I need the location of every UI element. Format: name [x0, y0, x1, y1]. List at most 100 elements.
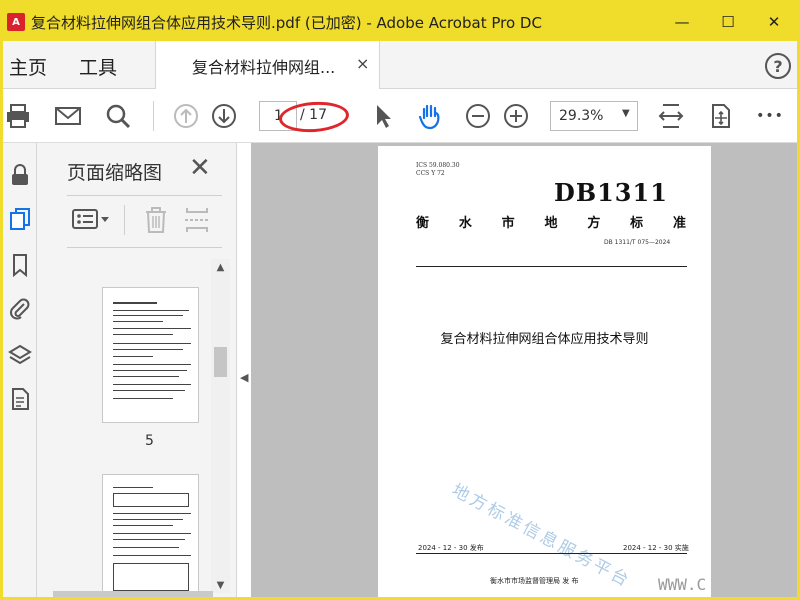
issuing-office: 衡水市市场监督管理局 发 布: [490, 577, 579, 585]
thumbnail-text-line: [113, 513, 191, 514]
thumbnail-text-line: [113, 328, 191, 329]
layers-button[interactable]: [6, 341, 34, 369]
ics-code: ICS 59.080.30: [416, 162, 460, 169]
previous-page-button[interactable]: [171, 101, 201, 131]
minimize-button[interactable]: —: [659, 3, 705, 41]
maximize-button[interactable]: ☐: [705, 3, 751, 41]
db-number: DB1311: [554, 178, 668, 207]
options-menu-icon: [72, 209, 109, 229]
thumbnail-text-line: [113, 349, 183, 350]
pages-icon: [10, 208, 30, 230]
zoom-level-value: 29.3%: [559, 108, 604, 124]
document-icon: [12, 388, 29, 410]
scroll-down-arrow[interactable]: ▼: [211, 577, 230, 593]
implement-date: 2024 - 12 - 30 实施: [623, 544, 689, 552]
thumbnail-text-line: [113, 525, 173, 526]
thumbnail-text-line: [113, 390, 185, 391]
email-button[interactable]: [53, 101, 83, 131]
tab-home[interactable]: 主页: [9, 53, 47, 80]
bookmarks-button[interactable]: [6, 251, 34, 279]
zoom-in-button[interactable]: [501, 101, 531, 131]
delete-pages-button[interactable]: [141, 203, 171, 237]
authority-char: 方: [587, 216, 601, 231]
paperclip-icon: [10, 298, 30, 320]
document-tab[interactable]: 复合材料拉伸网组... ×: [155, 41, 380, 89]
panel-close-button[interactable]: ✕: [189, 153, 211, 183]
acrobat-window: A 复合材料拉伸网组合体应用技术导则.pdf (已加密) - Adobe Acr…: [3, 3, 797, 597]
close-window-button[interactable]: ✕: [751, 3, 797, 41]
panel-divider: [67, 247, 222, 248]
thumbnail-text-line: [113, 487, 153, 488]
select-tool-button[interactable]: [367, 101, 397, 131]
publish-date: 2024 - 12 - 30 发布: [418, 544, 484, 552]
footer-rule: [416, 553, 687, 554]
page-thumbnails-panel: 页面缩略图 ✕ 5 ▲ ▼: [37, 143, 237, 597]
lock-icon: [12, 164, 28, 185]
thumbnail-text-line: [113, 364, 191, 365]
collapse-panel-arrow[interactable]: ◀: [240, 371, 248, 384]
envelope-icon: [55, 107, 81, 125]
authority-char: 衡: [416, 216, 430, 231]
pdf-page: ICS 59.080.30 CCS Y 72 DB1311 衡 水 市 地 方 …: [378, 146, 711, 597]
thumbnail-text-line: [113, 321, 163, 322]
trash-icon: [146, 207, 166, 233]
thumbnail-text-line: [113, 302, 157, 304]
thumbnail-page-number: 5: [145, 433, 154, 449]
site-watermark: WWW.C: [658, 575, 707, 594]
thumbnail-text-line: [113, 519, 183, 520]
fit-width-icon: [658, 104, 684, 128]
print-icon: [7, 104, 29, 128]
scroll-up-arrow[interactable]: ▲: [211, 259, 230, 275]
zoom-level-dropdown[interactable]: 29.3% ▼: [550, 101, 638, 131]
page-thumbnail-5[interactable]: [102, 287, 199, 423]
more-options-button[interactable]: •••: [755, 101, 785, 131]
window-title: 复合材料拉伸网组合体应用技术导则.pdf (已加密) - Adobe Acrob…: [31, 13, 542, 32]
panel-divider: [67, 195, 222, 196]
thumbnail-options-button[interactable]: [71, 203, 111, 237]
thumbnail-text-line: [113, 398, 173, 399]
cursor-arrow-icon: [377, 105, 391, 128]
page-watermark: 地方标准信息服务平台: [448, 480, 635, 592]
thumbnail-text-line: [113, 547, 179, 548]
ccs-code: CCS Y 72: [416, 170, 445, 177]
fit-width-button[interactable]: [656, 101, 686, 131]
page-thumbnails-button[interactable]: [6, 205, 34, 233]
page-thumbnail-6[interactable]: [102, 474, 199, 597]
issuing-authority: 衡 水 市 地 方 标 准: [416, 212, 686, 231]
security-button[interactable]: [6, 161, 34, 189]
scrollbar-thumb[interactable]: [214, 347, 227, 377]
chevron-down-icon: ▼: [622, 108, 630, 119]
left-icon-rail: [3, 143, 37, 597]
hand-tool-button[interactable]: [415, 101, 445, 131]
authority-char: 地: [544, 216, 558, 231]
thumbnails-scrollbar[interactable]: ▲ ▼: [211, 259, 230, 593]
tab-tools[interactable]: 工具: [79, 53, 117, 80]
document-tab-close-button[interactable]: ×: [356, 54, 369, 73]
zoom-out-button[interactable]: [463, 101, 493, 131]
thumbnail-table: [113, 563, 189, 591]
extract-pages-button[interactable]: [182, 203, 212, 237]
plus-circle-icon: [504, 104, 528, 128]
toolbar-separator: [153, 101, 154, 131]
page-tools-button[interactable]: [706, 101, 736, 131]
document-title: 复合材料拉伸网组合体应用技术导则: [440, 332, 649, 347]
next-page-button[interactable]: [209, 101, 239, 131]
layers-icon: [8, 344, 32, 365]
help-button[interactable]: ?: [765, 53, 791, 79]
panel-separator: [124, 205, 125, 235]
authority-char: 准: [672, 216, 686, 231]
authority-char: 标: [630, 216, 644, 231]
thumbnail-text-line: [113, 376, 179, 377]
thumbnail-text-line: [113, 356, 153, 357]
attachments-button[interactable]: [6, 295, 34, 323]
search-button[interactable]: [103, 101, 133, 131]
main-toolbar: 1 / 17 29.3% ▼ •••: [3, 89, 797, 143]
thumbnail-text-line: [113, 384, 191, 385]
content-button[interactable]: [6, 385, 34, 413]
document-view[interactable]: ICS 59.080.30 CCS Y 72 DB1311 衡 水 市 地 方 …: [251, 143, 797, 597]
header-rule: [416, 266, 687, 267]
thumbnail-text-line: [113, 539, 185, 540]
print-button[interactable]: [3, 101, 33, 131]
thumbnail-text-line: [113, 370, 187, 371]
horizontal-scrollbar[interactable]: [53, 591, 213, 597]
